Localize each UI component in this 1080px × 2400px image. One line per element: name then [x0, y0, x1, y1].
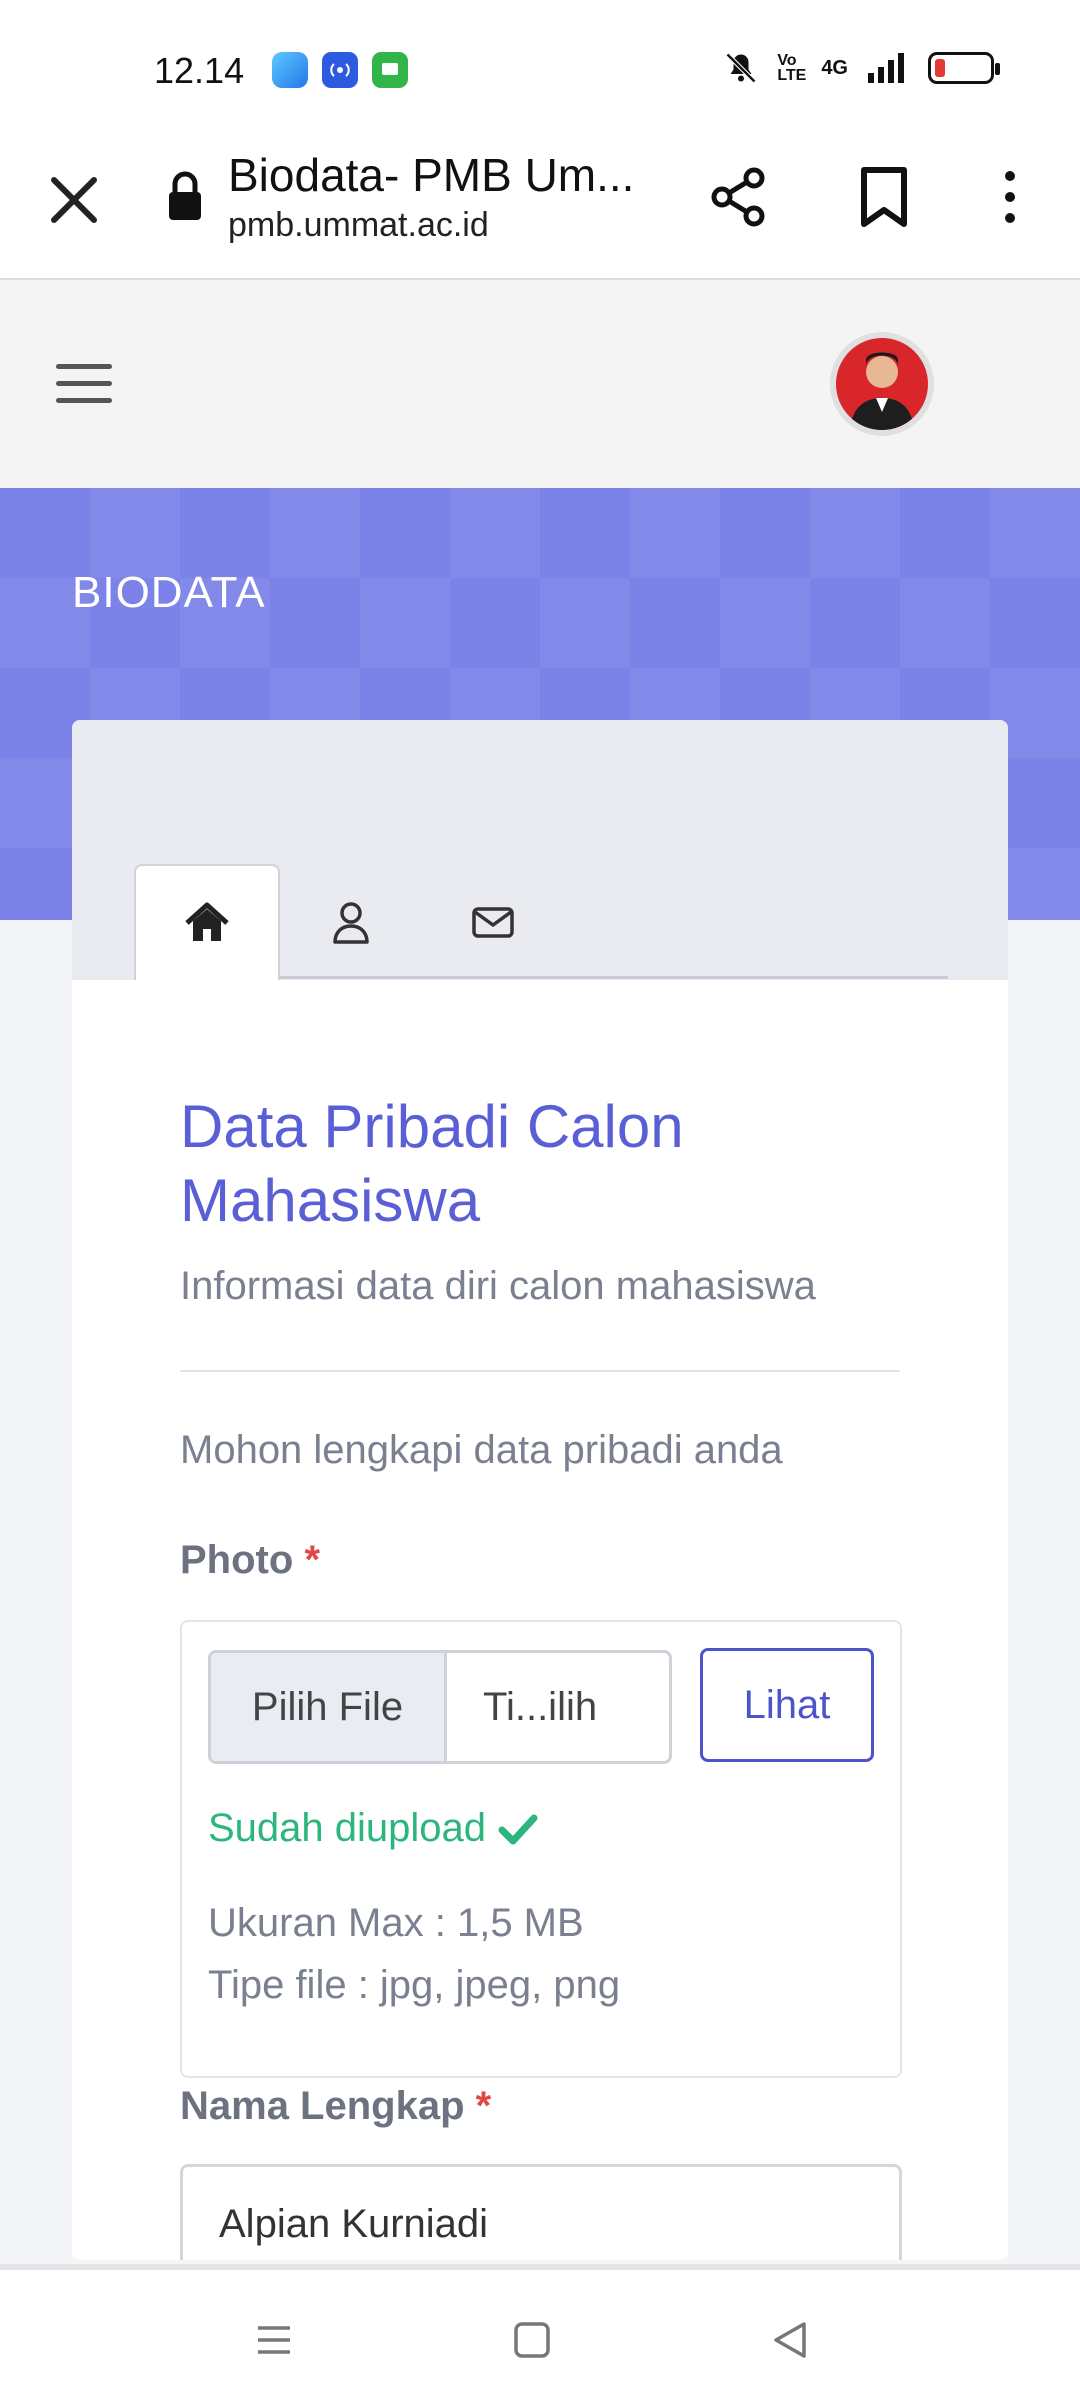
battery-icon	[928, 52, 1000, 84]
hamburger-menu-icon[interactable]	[56, 364, 112, 406]
card-tabs	[72, 720, 1008, 980]
photo-label-text: Photo	[180, 1538, 294, 1582]
message-notification-icon	[372, 52, 408, 88]
bookmark-icon[interactable]	[856, 164, 912, 230]
required-mark: *	[475, 2084, 492, 2128]
close-icon[interactable]	[44, 170, 104, 230]
file-name-text: Ti...ilih	[483, 1684, 598, 1729]
form-subtitle: Informasi data diri calon mahasiswa	[180, 1264, 816, 1308]
banner-title: BIODATA	[72, 568, 266, 617]
recent-apps-icon[interactable]	[244, 2310, 304, 2370]
network-type: 4G	[821, 56, 848, 79]
photo-file-input[interactable]: Pilih File Ti...ilih	[208, 1650, 672, 1764]
tab-home[interactable]	[134, 864, 280, 980]
home-button-icon[interactable]	[502, 2310, 562, 2370]
page-url[interactable]: pmb.ummat.ac.id	[228, 206, 489, 245]
divider	[180, 1370, 900, 1372]
full-name-label: Nama Lengkap *	[180, 2084, 491, 2129]
home-icon	[185, 902, 229, 941]
status-bar: 12.14 Vo LTE 4G	[0, 0, 1080, 140]
signal-icon	[868, 53, 904, 83]
view-photo-button[interactable]: Lihat	[700, 1648, 874, 1762]
tab-profile[interactable]	[278, 864, 424, 980]
hotspot-notification-icon	[322, 52, 358, 88]
status-indicators: Vo LTE 4G	[723, 50, 1000, 86]
tab-contact[interactable]	[420, 864, 566, 980]
user-icon	[333, 902, 369, 944]
browser-toolbar: Biodata- PMB Um... pmb.ummat.ac.id	[0, 140, 1080, 280]
full-name-input[interactable]: Alpian Kurniadi	[180, 2164, 902, 2260]
user-avatar[interactable]	[830, 332, 934, 436]
lock-icon	[169, 171, 201, 220]
max-size-text: Ukuran Max : 1,5 MB	[208, 1901, 584, 1945]
photo-upload-box: Pilih File Ti...ilih Lihat Sudah diuploa…	[180, 1620, 902, 2078]
app-notification-icon	[272, 52, 308, 88]
choose-file-button[interactable]: Pilih File	[211, 1653, 447, 1761]
volte-icon: Vo LTE	[777, 52, 807, 84]
form-intro: Mohon lengkapi data pribadi anda	[180, 1428, 783, 1472]
photo-label: Photo *	[180, 1538, 320, 1583]
form-title: Data Pribadi Calon Mahasiswa	[180, 1093, 684, 1234]
check-icon	[498, 1814, 538, 1844]
full-name-label-text: Nama Lengkap	[180, 2084, 465, 2128]
upload-status: Sudah diupload	[208, 1806, 538, 1851]
envelope-icon	[472, 907, 514, 938]
upload-status-text: Sudah diupload	[208, 1806, 487, 1850]
back-icon[interactable]	[760, 2310, 820, 2370]
status-time: 12.14	[154, 50, 245, 91]
required-mark: *	[304, 1538, 321, 1582]
more-options-icon[interactable]	[990, 164, 1030, 230]
app-header	[0, 282, 1080, 488]
share-icon[interactable]	[706, 164, 772, 230]
file-info: Ukuran Max : 1,5 MB Tipe file : jpg, jpe…	[208, 1892, 620, 2016]
system-navigation-bar	[0, 2264, 1080, 2400]
mute-icon	[726, 52, 757, 84]
biodata-card: Data Pribadi Calon Mahasiswa Informasi d…	[72, 720, 1008, 2260]
notification-icons	[272, 52, 408, 88]
page-title[interactable]: Biodata- PMB Um...	[228, 148, 634, 202]
file-types-text: Tipe file : jpg, jpeg, png	[208, 1963, 621, 2007]
